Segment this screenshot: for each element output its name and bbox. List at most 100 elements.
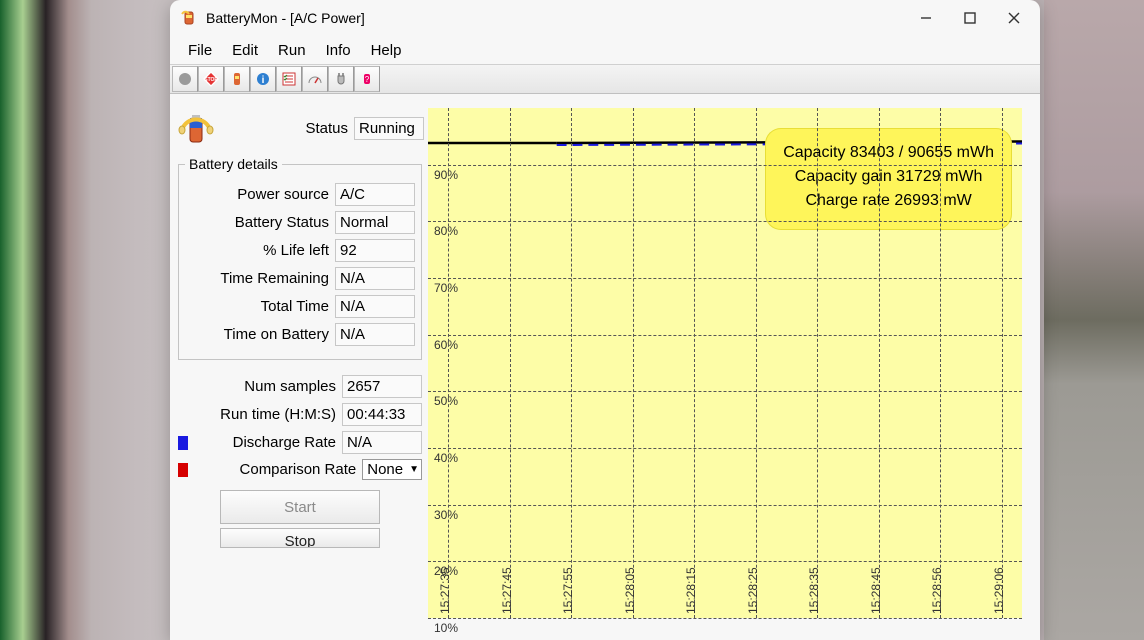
- time-remaining-label: Time Remaining: [185, 270, 335, 287]
- gridline-h: [428, 391, 1022, 392]
- total-time-label: Total Time: [185, 298, 335, 315]
- y-tick-label: 10%: [434, 621, 458, 635]
- chart-overlay: Capacity 83403 / 90655 mWh Capacity gain…: [765, 128, 1012, 230]
- menu-file[interactable]: File: [178, 39, 222, 62]
- gridline-h: [428, 505, 1022, 506]
- content-area: Status Running Battery details Power sou…: [170, 94, 1040, 640]
- comparison-color-swatch: [178, 463, 188, 477]
- status-row: Status Running: [176, 108, 424, 148]
- comparison-rate-select[interactable]: None ▼: [362, 459, 422, 480]
- overlay-capacity-gain: Capacity gain 31729 mWh: [783, 168, 994, 186]
- gridline-v: [756, 108, 757, 618]
- y-tick-label: 40%: [434, 451, 458, 465]
- overlay-charge-rate: Charge rate 26993 mW: [783, 192, 994, 210]
- gridline-v: [1002, 108, 1003, 618]
- power-source-value: A/C: [335, 183, 415, 206]
- info-icon[interactable]: i: [250, 66, 276, 92]
- time-on-battery-value: N/A: [335, 323, 415, 346]
- gridline-h: [428, 335, 1022, 336]
- comparison-rate-value: None: [367, 461, 403, 478]
- battery-details-legend: Battery details: [185, 156, 282, 172]
- x-tick-label: 15:28:15: [684, 567, 698, 614]
- svg-text:i: i: [262, 75, 265, 86]
- x-tick-label: 15:28:35: [807, 567, 821, 614]
- stop-icon[interactable]: STOP: [198, 66, 224, 92]
- menu-info[interactable]: Info: [316, 39, 361, 62]
- x-tick-label: 15:28:56: [930, 567, 944, 614]
- toolbar: STOP i ?: [170, 64, 1040, 94]
- gauge-icon[interactable]: [302, 66, 328, 92]
- gridline-h: [428, 278, 1022, 279]
- plug-icon[interactable]: [328, 66, 354, 92]
- battery-details-group: Battery details Power sourceA/C Battery …: [178, 156, 422, 360]
- discharge-rate-label: Discharge Rate: [192, 434, 342, 451]
- menu-help[interactable]: Help: [361, 39, 412, 62]
- y-tick-label: 90%: [434, 168, 458, 182]
- status-value: Running: [354, 117, 424, 140]
- overlay-capacity: Capacity 83403 / 90655 mWh: [783, 144, 994, 162]
- life-left-label: % Life left: [185, 242, 335, 259]
- time-on-battery-label: Time on Battery: [185, 326, 335, 343]
- life-left-value: 92: [335, 239, 415, 262]
- gridline-v: [694, 108, 695, 618]
- x-tick-label: 15:27:35: [438, 567, 452, 614]
- discharge-color-swatch: [178, 436, 188, 450]
- total-time-value: N/A: [335, 295, 415, 318]
- discharge-rate-value: N/A: [342, 431, 422, 454]
- gridline-v: [940, 108, 941, 618]
- menu-edit[interactable]: Edit: [222, 39, 268, 62]
- gridline-v: [879, 108, 880, 618]
- x-tick-label: 15:28:25: [746, 567, 760, 614]
- gridline-h: [428, 165, 1022, 166]
- config-icon[interactable]: ?: [354, 66, 380, 92]
- y-tick-label: 70%: [434, 281, 458, 295]
- chart-panel: Capacity 83403 / 90655 mWh Capacity gain…: [428, 104, 1032, 640]
- menu-run[interactable]: Run: [268, 39, 316, 62]
- y-tick-label: 50%: [434, 394, 458, 408]
- x-tick-label: 15:29:06: [992, 567, 1006, 614]
- chart-area: Capacity 83403 / 90655 mWh Capacity gain…: [428, 108, 1022, 618]
- gridline-h: [428, 618, 1022, 619]
- battery-status-label: Battery Status: [185, 214, 335, 231]
- app-icon: [180, 9, 198, 27]
- status-icon: [176, 108, 216, 148]
- num-samples-value: 2657: [342, 375, 422, 398]
- y-tick-label: 30%: [434, 508, 458, 522]
- minimize-button[interactable]: [904, 0, 948, 36]
- svg-text:?: ?: [365, 75, 370, 84]
- app-window: BatteryMon - [A/C Power] File Edit Run I…: [170, 0, 1040, 640]
- extra-stats: Num samples2657 Run time (H:M:S)00:44:33…: [176, 366, 424, 556]
- x-tick-label: 15:28:45: [869, 567, 883, 614]
- battery-icon[interactable]: [224, 66, 250, 92]
- x-tick-label: 15:27:45: [500, 567, 514, 614]
- start-button[interactable]: Start: [220, 490, 380, 524]
- left-pane: Status Running Battery details Power sou…: [172, 104, 424, 640]
- gridline-v: [510, 108, 511, 618]
- chevron-down-icon: ▼: [409, 464, 419, 475]
- battery-status-value: Normal: [335, 211, 415, 234]
- gridline-h: [428, 221, 1022, 222]
- y-tick-label: 80%: [434, 224, 458, 238]
- maximize-button[interactable]: [948, 0, 992, 36]
- gridline-v: [571, 108, 572, 618]
- gridline-v: [817, 108, 818, 618]
- x-tick-label: 15:28:05: [623, 567, 637, 614]
- menubar: File Edit Run Info Help: [170, 36, 1040, 64]
- power-source-label: Power source: [185, 186, 335, 203]
- stop-button[interactable]: Stop: [220, 528, 380, 548]
- gridline-h: [428, 561, 1022, 562]
- record-icon[interactable]: [172, 66, 198, 92]
- time-remaining-value: N/A: [335, 267, 415, 290]
- window-title: BatteryMon - [A/C Power]: [206, 10, 365, 26]
- y-tick-label: 60%: [434, 338, 458, 352]
- gridline-v: [633, 108, 634, 618]
- run-time-label: Run time (H:M:S): [178, 406, 342, 423]
- titlebar: BatteryMon - [A/C Power]: [170, 0, 1040, 36]
- x-tick-label: 15:27:55: [561, 567, 575, 614]
- checklist-icon[interactable]: [276, 66, 302, 92]
- close-button[interactable]: [992, 0, 1036, 36]
- svg-text:STOP: STOP: [204, 77, 218, 83]
- run-time-value: 00:44:33: [342, 403, 422, 426]
- gridline-v: [448, 108, 449, 618]
- gridline-h: [428, 448, 1022, 449]
